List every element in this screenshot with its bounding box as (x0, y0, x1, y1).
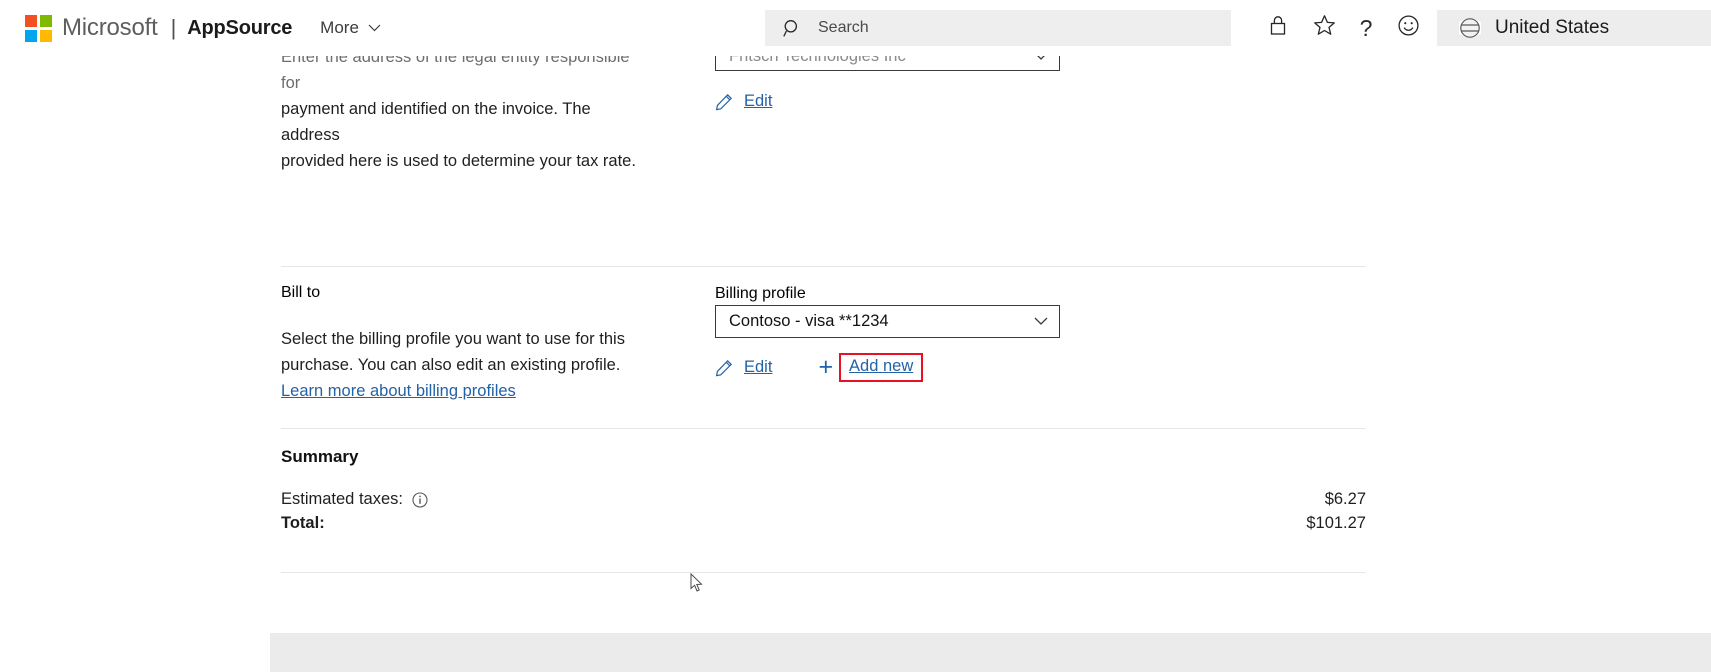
bill-to-heading: Bill to (281, 284, 321, 301)
mouse-cursor (690, 572, 703, 597)
chevron-down-icon (1034, 317, 1048, 325)
search-placeholder-text: Search (818, 19, 869, 36)
estimated-taxes-amount: $6.27 (1324, 490, 1366, 508)
summary-row-total: Total: $101.27 (281, 514, 1366, 533)
billing-profile-edit-label: Edit (744, 358, 773, 376)
billing-profile-value: Contoso - visa **1234 (729, 312, 889, 330)
billing-profile-select[interactable]: Contoso - visa **1234 (715, 305, 1060, 338)
sell-to-edit-button[interactable]: Edit (715, 92, 772, 111)
microsoft-wordmark: Microsoft (62, 14, 158, 41)
bill-to-description: Select the billing profile you want to u… (281, 326, 653, 404)
add-new-label: Add new (849, 357, 914, 375)
sell-to-description-line2: payment and identified on the invoice. T… (281, 100, 591, 144)
privacy-lock-button[interactable] (1256, 0, 1300, 56)
region-selector[interactable]: United States (1437, 10, 1711, 46)
estimated-taxes-label-wrap: Estimated taxes: (281, 490, 428, 509)
summary-heading: Summary (281, 447, 359, 466)
bill-to-description-text: Select the billing profile you want to u… (281, 330, 625, 374)
divider-bottom (281, 572, 1366, 573)
favorites-button[interactable] (1302, 0, 1346, 56)
plus-icon: + (818, 353, 834, 381)
divider-bill-to (281, 266, 1366, 267)
more-menu-label: More (320, 18, 359, 37)
page-footer-bar (270, 633, 1711, 672)
microsoft-logo-icon (25, 14, 52, 42)
billing-profile-actions: Edit + Add new (715, 353, 924, 382)
info-icon[interactable] (412, 491, 428, 508)
checkout-page: Enter the address of the legal entity re… (0, 0, 1711, 672)
lock-icon (1268, 14, 1288, 42)
sell-to-description: Enter the address of the legal entity re… (281, 44, 653, 174)
chevron-down-icon (368, 24, 381, 32)
top-navigation-bar: Microsoft | AppSource More Search ? Unit… (0, 0, 1711, 56)
sell-to-edit-label: Edit (744, 92, 773, 110)
sell-to-edit-row: Edit (715, 92, 772, 111)
summary-row-estimated-taxes: Estimated taxes: $6.27 (281, 490, 1366, 509)
star-icon (1313, 14, 1336, 42)
total-label: Total: (281, 514, 325, 532)
region-label: United States (1495, 17, 1610, 38)
globe-icon (1459, 17, 1481, 39)
appsource-brand-link[interactable]: AppSource (187, 17, 292, 40)
total-amount: $101.27 (1306, 514, 1366, 532)
microsoft-home-link[interactable]: Microsoft (25, 14, 158, 42)
search-input[interactable]: Search (765, 10, 1231, 46)
pencil-icon (715, 93, 733, 111)
billing-profile-label: Billing profile (715, 285, 806, 302)
feedback-button[interactable] (1386, 0, 1430, 56)
divider-summary (281, 428, 1366, 429)
more-menu-button[interactable]: More (320, 18, 381, 38)
search-icon (783, 19, 802, 38)
help-button[interactable]: ? (1344, 0, 1388, 56)
estimated-taxes-label: Estimated taxes: (281, 490, 403, 508)
learn-more-billing-profiles-link[interactable]: Learn more about billing profiles (281, 382, 516, 400)
smiley-icon (1397, 14, 1420, 42)
billing-profile-edit-button[interactable]: Edit (715, 358, 772, 377)
pencil-icon (715, 359, 733, 377)
nav-separator: | (170, 15, 177, 40)
add-new-highlight: Add new (839, 353, 924, 382)
add-new-billing-profile-button[interactable]: + Add new (818, 353, 924, 382)
sell-to-description-line3: provided here is used to determine your … (281, 152, 636, 170)
help-icon: ? (1359, 14, 1373, 41)
